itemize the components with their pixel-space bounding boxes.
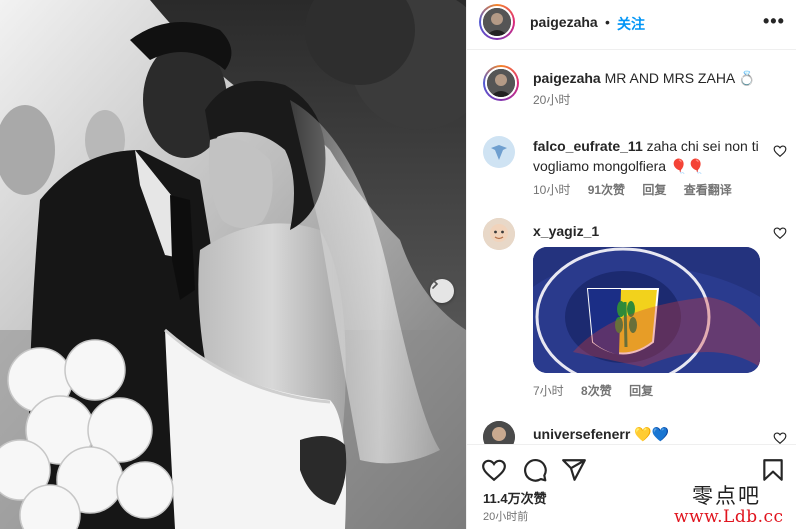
- follow-button[interactable]: 关注: [617, 14, 645, 34]
- lazio-eagle-icon: [483, 136, 515, 168]
- heart-icon[interactable]: [773, 144, 787, 158]
- heart-icon[interactable]: [773, 431, 787, 444]
- baby-photo-icon: [483, 218, 515, 250]
- more-options-icon[interactable]: •••: [763, 11, 785, 32]
- avatar-photo-icon: [483, 8, 511, 36]
- separator-dot: •: [605, 14, 610, 30]
- fenerbahce-crest-image: [533, 247, 760, 373]
- commenter-avatar[interactable]: [483, 421, 515, 444]
- comment-time[interactable]: 7小时: [533, 384, 564, 398]
- comment-gif[interactable]: [533, 247, 760, 373]
- watermark-title: 零点吧: [692, 484, 761, 508]
- comment-likes[interactable]: 8次赞: [581, 384, 612, 398]
- reply-button[interactable]: 回复: [629, 384, 653, 398]
- save-bookmark-icon[interactable]: [760, 457, 786, 483]
- post-time: 20小时前: [483, 511, 529, 523]
- post-side-panel: paigezaha • 关注 ••• paigezaha MR AND MRS …: [466, 0, 796, 529]
- comments-list[interactable]: paigezaha MR AND MRS ZAHA 💍 20小时 falco_e…: [467, 51, 796, 444]
- avatar-photo-icon: [487, 69, 515, 97]
- reply-button[interactable]: 回复: [642, 183, 666, 197]
- caption-text: MR AND MRS ZAHA 💍: [604, 70, 756, 86]
- heart-icon[interactable]: [773, 226, 787, 240]
- like-count[interactable]: 11.4万次赞: [483, 488, 547, 507]
- post-header: paigezaha • 关注 •••: [467, 0, 796, 50]
- author-username[interactable]: paigezaha: [530, 14, 598, 30]
- comment-text: 💛💙: [634, 426, 670, 442]
- next-photo-button[interactable]: [430, 279, 454, 303]
- author-avatar[interactable]: [479, 4, 515, 40]
- see-translation-button[interactable]: 查看翻译: [684, 183, 732, 197]
- caption-time[interactable]: 20小时: [533, 93, 570, 107]
- person-photo-icon: [483, 421, 515, 444]
- caption-username[interactable]: paigezaha: [533, 70, 601, 86]
- share-send-icon[interactable]: [561, 457, 587, 483]
- comment-username[interactable]: universefenerr: [533, 426, 630, 442]
- comment-likes[interactable]: 91次赞: [588, 183, 625, 197]
- commenter-avatar[interactable]: [483, 136, 515, 168]
- wedding-photo-illustration: [0, 0, 466, 529]
- comment-username[interactable]: falco_eufrate_11: [533, 138, 643, 154]
- comment-time[interactable]: 10小时: [533, 183, 570, 197]
- chevron-right-icon: [432, 279, 439, 289]
- watermark-url: www.Ldb.cc: [674, 507, 784, 527]
- post-photo: [0, 0, 466, 529]
- like-heart-icon[interactable]: [481, 457, 507, 483]
- caption-avatar[interactable]: [483, 65, 519, 101]
- commenter-avatar[interactable]: [483, 218, 515, 250]
- comment-username[interactable]: x_yagiz_1: [533, 223, 599, 239]
- comment-bubble-icon[interactable]: [522, 457, 548, 483]
